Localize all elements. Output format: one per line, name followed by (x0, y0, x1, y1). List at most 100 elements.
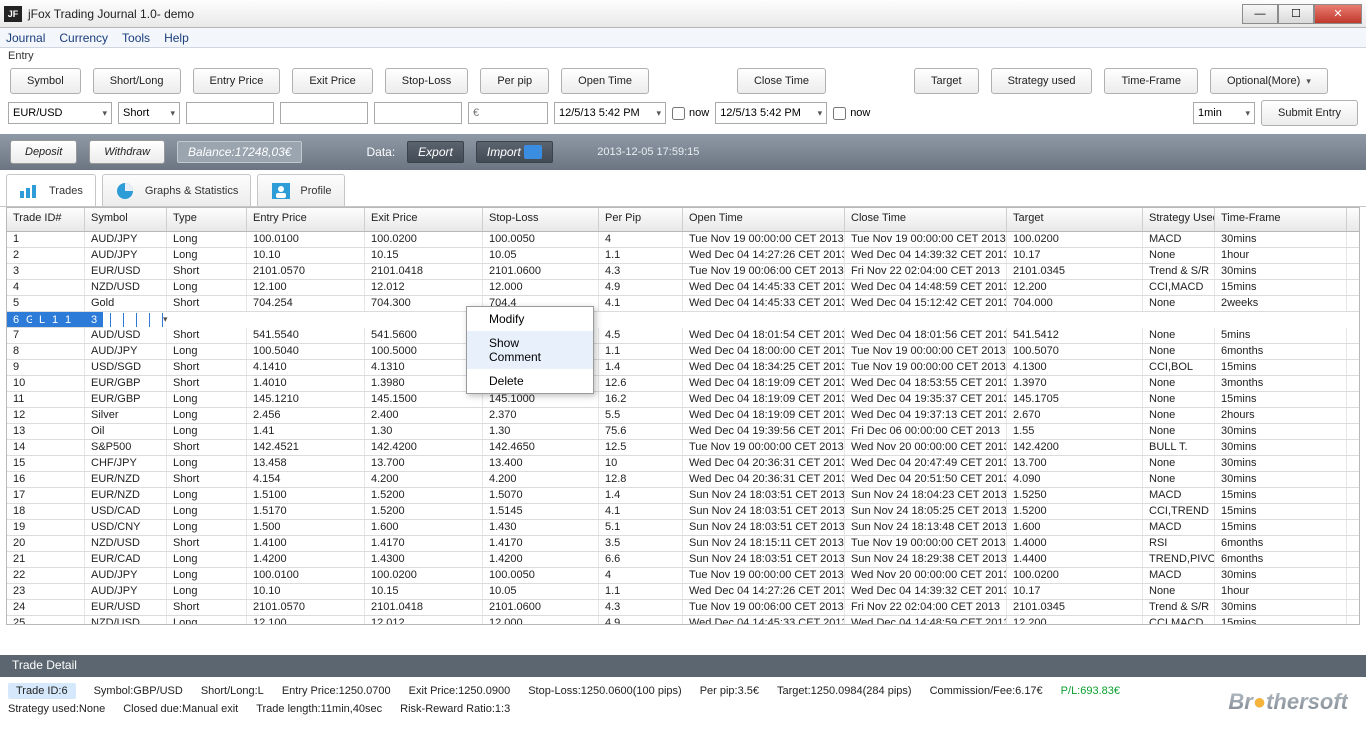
table-row[interactable]: 1AUD/JPYLong100.0100100.0200100.00504Tue… (7, 232, 1359, 248)
menu-tools[interactable]: Tools (122, 31, 150, 45)
hdr-stoploss[interactable]: Stop-Loss (385, 68, 469, 94)
timeframe-select[interactable]: 1min (1193, 102, 1255, 124)
col-entry[interactable]: Entry Price (247, 208, 365, 231)
table-row[interactable]: 12SilverLong2.4562.4002.3705.5Wed Dec 04… (7, 408, 1359, 424)
opentime-picker[interactable]: 12/5/13 5:42 PM (554, 102, 666, 124)
col-timeframe[interactable]: Time-Frame (1215, 208, 1347, 231)
table-row[interactable]: 5GoldShort704.254704.300704.44.1Wed Dec … (7, 296, 1359, 312)
table-row[interactable]: 21EUR/CADLong1.42001.43001.42006.6Sun No… (7, 552, 1359, 568)
table-row[interactable]: 2AUD/JPYLong10.1010.1510.051.1Wed Dec 04… (7, 248, 1359, 264)
table-row[interactable]: 4NZD/USDLong12.10012.01212.0004.9Wed Dec… (7, 280, 1359, 296)
table-row[interactable]: 23AUD/JPYLong10.1010.1510.051.1Wed Dec 0… (7, 584, 1359, 600)
col-strategy[interactable]: Strategy Used (1143, 208, 1215, 231)
tab-profile[interactable]: Profile (257, 174, 344, 206)
col-symbol[interactable]: Symbol (85, 208, 167, 231)
table-row[interactable]: 10EUR/GBPShort1.40101.398012.6Wed Dec 04… (7, 376, 1359, 392)
ctx-modify[interactable]: Modify (467, 307, 593, 331)
table-row[interactable]: 7AUD/USDShort541.5540541.56004.5Wed Dec … (7, 328, 1359, 344)
hdr-opentime[interactable]: Open Time (561, 68, 649, 94)
now-open-checkbox[interactable]: now (672, 107, 709, 120)
context-menu: Modify Show Comment Delete (466, 306, 594, 394)
col-perpip[interactable]: Per Pip (599, 208, 683, 231)
table-row[interactable]: 13OilLong1.411.301.3075.6Wed Dec 04 19:3… (7, 424, 1359, 440)
export-button[interactable]: Export (407, 141, 464, 163)
table-row[interactable]: 19USD/CNYLong1.5001.6001.4305.1Sun Nov 2… (7, 520, 1359, 536)
cell: 3.5 (599, 536, 683, 551)
hdr-target[interactable]: Target (914, 68, 979, 94)
col-exit[interactable]: Exit Price (365, 208, 483, 231)
minimize-button[interactable]: — (1242, 4, 1278, 24)
tab-trades[interactable]: Trades (6, 174, 96, 206)
cell: Short (167, 376, 247, 391)
table-row[interactable]: 20NZD/USDShort1.41001.41701.41703.5Sun N… (7, 536, 1359, 552)
table-row[interactable]: 15CHF/JPYLong13.45813.70013.40010Wed Dec… (7, 456, 1359, 472)
maximize-button[interactable]: ☐ (1278, 4, 1314, 24)
col-close[interactable]: Close Time (845, 208, 1007, 231)
cell: Sun Nov 24 18:03:51 CET 2013 (683, 504, 845, 519)
hdr-closetime[interactable]: Close Time (737, 68, 826, 94)
table-row[interactable]: 22AUD/JPYLong100.0100100.0200100.00504Tu… (7, 568, 1359, 584)
col-open[interactable]: Open Time (683, 208, 845, 231)
hdr-strategy[interactable]: Strategy used (991, 68, 1093, 94)
hdr-entryprice[interactable]: Entry Price (193, 68, 281, 94)
cell: 2101.0418 (365, 600, 483, 615)
col-sl[interactable]: Stop-Loss (483, 208, 599, 231)
table-row[interactable]: 9USD/SGDShort4.14104.13101.4Wed Dec 04 1… (7, 360, 1359, 376)
hdr-exitprice[interactable]: Exit Price (292, 68, 372, 94)
deposit-button[interactable]: Deposit (10, 140, 77, 164)
entry-price-input[interactable] (186, 102, 274, 124)
submit-entry-button[interactable]: Submit Entry (1261, 100, 1358, 126)
hdr-symbol[interactable]: Symbol (10, 68, 81, 94)
table-row[interactable]: 25NZD/USDLong12.10012.01212.0004.9Wed De… (7, 616, 1359, 625)
col-type[interactable]: Type (167, 208, 247, 231)
cell: None (1143, 472, 1215, 487)
cell: 1.600 (1007, 520, 1143, 535)
cell: 5.5 (599, 408, 683, 423)
tab-graphs[interactable]: Graphs & Statistics (102, 174, 252, 206)
import-button[interactable]: Import (476, 141, 553, 164)
withdraw-button[interactable]: Withdraw (89, 140, 165, 164)
tabs-row: Trades Graphs & Statistics Profile (0, 170, 1366, 207)
col-id[interactable]: Trade ID# (7, 208, 85, 231)
cell: 1.5100 (247, 488, 365, 503)
col-target[interactable]: Target (1007, 208, 1143, 231)
menu-currency[interactable]: Currency (59, 31, 108, 45)
table-row[interactable]: 17EUR/NZDLong1.51001.52001.50701.4Sun No… (7, 488, 1359, 504)
cell: 6months (1215, 536, 1347, 551)
brand-watermark: Br●thersoft (1228, 689, 1348, 715)
cell: 30mins (1215, 232, 1347, 247)
hdr-timeframe[interactable]: Time-Frame (1104, 68, 1197, 94)
close-button[interactable]: ✕ (1314, 4, 1362, 24)
table-row[interactable]: 24EUR/USDShort2101.05702101.04182101.060… (7, 600, 1359, 616)
table-row[interactable]: 3EUR/USDShort2101.05702101.04182101.0600… (7, 264, 1359, 280)
ctx-delete[interactable]: Delete (467, 369, 593, 393)
table-row[interactable]: 18USD/CADLong1.51701.52001.51454.1Sun No… (7, 504, 1359, 520)
hdr-shortlong[interactable]: Short/Long (93, 68, 181, 94)
cell: 13.458 (247, 456, 365, 471)
perpip-input[interactable] (468, 102, 548, 124)
cell: Wed Nov 20 00:00:00 CET 2013 (845, 440, 1007, 455)
table-row[interactable]: 8AUD/JPYLong100.5040100.50001.1Wed Dec 0… (7, 344, 1359, 360)
menu-journal[interactable]: Journal (6, 31, 45, 45)
cell: CCI,BOL (1143, 360, 1215, 375)
hdr-optional[interactable]: Optional(More) (1210, 68, 1328, 94)
cell: Trend & S/R (1143, 264, 1215, 279)
grid-body[interactable]: 1AUD/JPYLong100.0100100.0200100.00504Tue… (7, 232, 1359, 625)
ctx-show-comment[interactable]: Show Comment (467, 331, 593, 369)
closetime-picker[interactable]: 12/5/13 5:42 PM (715, 102, 827, 124)
cell: 30mins (1215, 600, 1347, 615)
cell: 2101.0600 (483, 264, 599, 279)
cell: 8 (7, 344, 85, 359)
side-select[interactable]: Short (118, 102, 180, 124)
table-row[interactable]: 6GBP/USDLong1250.07001250.09003.5Wed Dec… (7, 312, 103, 328)
symbol-select[interactable]: EUR/USD (8, 102, 112, 124)
now-close-checkbox[interactable]: now (833, 107, 870, 120)
timestamp: 2013-12-05 17:59:15 (597, 146, 699, 158)
exit-price-input[interactable] (280, 102, 368, 124)
table-row[interactable]: 16EUR/NZDShort4.1544.2004.20012.8Wed Dec… (7, 472, 1359, 488)
table-row[interactable]: 14S&P500Short142.4521142.4200142.465012.… (7, 440, 1359, 456)
stoploss-input[interactable] (374, 102, 462, 124)
table-row[interactable]: 11EUR/GBPLong145.1210145.1500145.100016.… (7, 392, 1359, 408)
hdr-perpip[interactable]: Per pip (480, 68, 549, 94)
menu-help[interactable]: Help (164, 31, 189, 45)
